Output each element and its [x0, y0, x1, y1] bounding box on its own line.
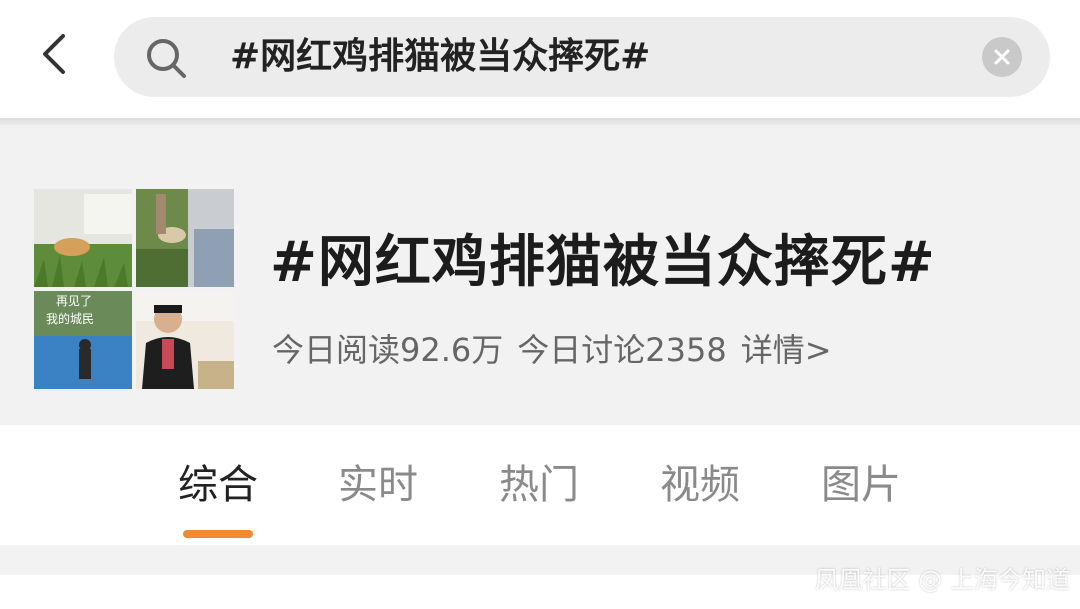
topic-cover-collage: 再见了 我的城民 [34, 189, 238, 393]
tab-video[interactable]: 视频 [657, 455, 743, 515]
cover-thumbnail-man [136, 291, 234, 389]
cover-caption-line1: 再见了 [56, 294, 92, 308]
active-tab-indicator [183, 530, 253, 538]
topic-stats: 今日阅读92.6万 今日讨论2358 详情> [272, 325, 846, 371]
cover-thumbnail-farewell: 再见了 我的城民 [34, 291, 132, 389]
reads-today: 今日阅读92.6万 [272, 331, 504, 369]
search-header: #网红鸡排猫被当众摔死# [0, 0, 1080, 120]
clear-search-button[interactable] [982, 37, 1022, 77]
chevron-left-icon [43, 34, 65, 74]
search-input[interactable]: #网红鸡排猫被当众摔死# [230, 33, 650, 81]
topic-title: #网红鸡排猫被当众摔死# [270, 230, 936, 295]
cover-thumbnail-cat [34, 189, 132, 287]
tab-realtime[interactable]: 实时 [335, 455, 421, 515]
tab-images[interactable]: 图片 [818, 455, 904, 515]
tab-bar: 综合 实时 热门 视频 图片 [0, 425, 1080, 545]
watermark: 凤凰社区 @ 上海今知道 [814, 566, 1070, 594]
cover-thumbnail-person [136, 189, 234, 287]
tab-hot[interactable]: 热门 [496, 455, 582, 515]
topic-card[interactable]: 再见了 我的城民 #网红鸡排猫被当众摔死# 今日阅读92.6万 今日讨论2358 详… [0, 125, 1080, 425]
details-link[interactable]: 详情> [741, 331, 832, 369]
cover-caption-line2: 我的城民 [46, 311, 94, 326]
discussions-today: 今日讨论2358 [517, 331, 727, 369]
back-button[interactable] [30, 30, 78, 78]
clear-icon [994, 49, 1010, 65]
search-icon [147, 39, 186, 78]
search-bar[interactable]: #网红鸡排猫被当众摔死# [114, 17, 1050, 97]
tab-comprehensive[interactable]: 综合 [175, 455, 261, 515]
